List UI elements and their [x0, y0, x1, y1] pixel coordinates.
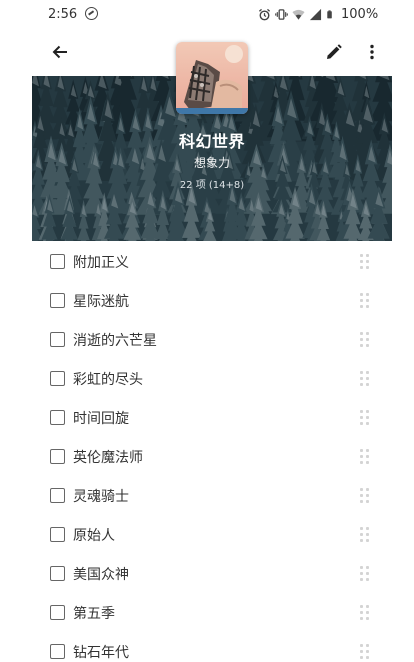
checkbox[interactable] — [50, 488, 65, 503]
item-label: 钻石年代 — [73, 645, 129, 661]
list-item[interactable]: 彩虹的尽头 — [32, 359, 392, 398]
item-label: 彩虹的尽头 — [73, 372, 143, 388]
drag-handle-icon[interactable] — [360, 332, 370, 347]
list-item[interactable]: 钻石年代 — [32, 632, 392, 662]
back-arrow-icon — [52, 45, 67, 59]
drag-handle-icon[interactable] — [360, 254, 370, 269]
item-label: 消逝的六芒星 — [73, 333, 157, 349]
battery-percent: 100% — [341, 7, 379, 22]
checkbox[interactable] — [50, 254, 65, 269]
checkbox[interactable] — [50, 332, 65, 347]
wifi-icon — [292, 9, 305, 20]
checkbox[interactable] — [50, 449, 65, 464]
checkbox[interactable] — [50, 293, 65, 308]
item-label: 附加正义 — [73, 255, 129, 271]
vibrate-icon — [275, 9, 288, 20]
list-subtitle: 想象力 — [193, 156, 230, 170]
cover-art-image — [176, 42, 248, 114]
item-count: 22 项 (14+8) — [179, 180, 245, 191]
drag-handle-icon[interactable] — [360, 527, 370, 542]
drag-handle-icon[interactable] — [360, 449, 370, 464]
battery-icon — [327, 10, 332, 19]
list-title: 科幻世界 — [178, 132, 245, 151]
drag-handle-icon[interactable] — [360, 644, 370, 659]
item-label: 英伦魔法师 — [73, 450, 143, 466]
alarm-icon — [258, 8, 271, 21]
list-item[interactable]: 灵魂骑士 — [32, 476, 392, 515]
more-vert-icon — [370, 44, 374, 60]
drag-handle-icon[interactable] — [360, 410, 370, 425]
do-not-disturb-icon — [85, 7, 98, 20]
drag-handle-icon[interactable] — [360, 371, 370, 386]
list-item[interactable]: 第五季 — [32, 593, 392, 632]
checkbox[interactable] — [50, 644, 65, 659]
cover-art[interactable] — [176, 42, 248, 114]
item-label: 灵魂骑士 — [73, 489, 129, 505]
item-label: 原始人 — [73, 528, 115, 544]
list-item[interactable]: 消逝的六芒星 — [32, 320, 392, 359]
list-item[interactable]: 时间回旋 — [32, 398, 392, 437]
checkbox[interactable] — [50, 527, 65, 542]
status-time: 2:56 — [48, 7, 78, 22]
item-label: 第五季 — [73, 606, 115, 622]
checkbox[interactable] — [50, 410, 65, 425]
edit-button[interactable] — [320, 38, 348, 66]
checkbox[interactable] — [50, 605, 65, 620]
checkbox[interactable] — [50, 371, 65, 386]
drag-handle-icon[interactable] — [360, 488, 370, 503]
item-label: 美国众神 — [73, 567, 129, 583]
list-item[interactable]: 美国众神 — [32, 554, 392, 593]
list-item[interactable]: 附加正义 — [32, 242, 392, 281]
list-item[interactable]: 星际迷航 — [32, 281, 392, 320]
drag-handle-icon[interactable] — [360, 566, 370, 581]
cell-signal-icon — [309, 8, 322, 21]
status-bar: 2:56 100% — [0, 0, 414, 30]
pencil-icon — [327, 44, 342, 59]
list-item[interactable]: 英伦魔法师 — [32, 437, 392, 476]
list-item[interactable]: 原始人 — [32, 515, 392, 554]
back-button[interactable] — [46, 38, 74, 66]
checkbox[interactable] — [50, 566, 65, 581]
item-label: 时间回旋 — [73, 411, 129, 427]
more-options-button[interactable] — [358, 38, 386, 66]
item-label: 星际迷航 — [73, 294, 129, 310]
drag-handle-icon[interactable] — [360, 605, 370, 620]
status-icons: 100% — [258, 7, 378, 22]
drag-handle-icon[interactable] — [360, 293, 370, 308]
